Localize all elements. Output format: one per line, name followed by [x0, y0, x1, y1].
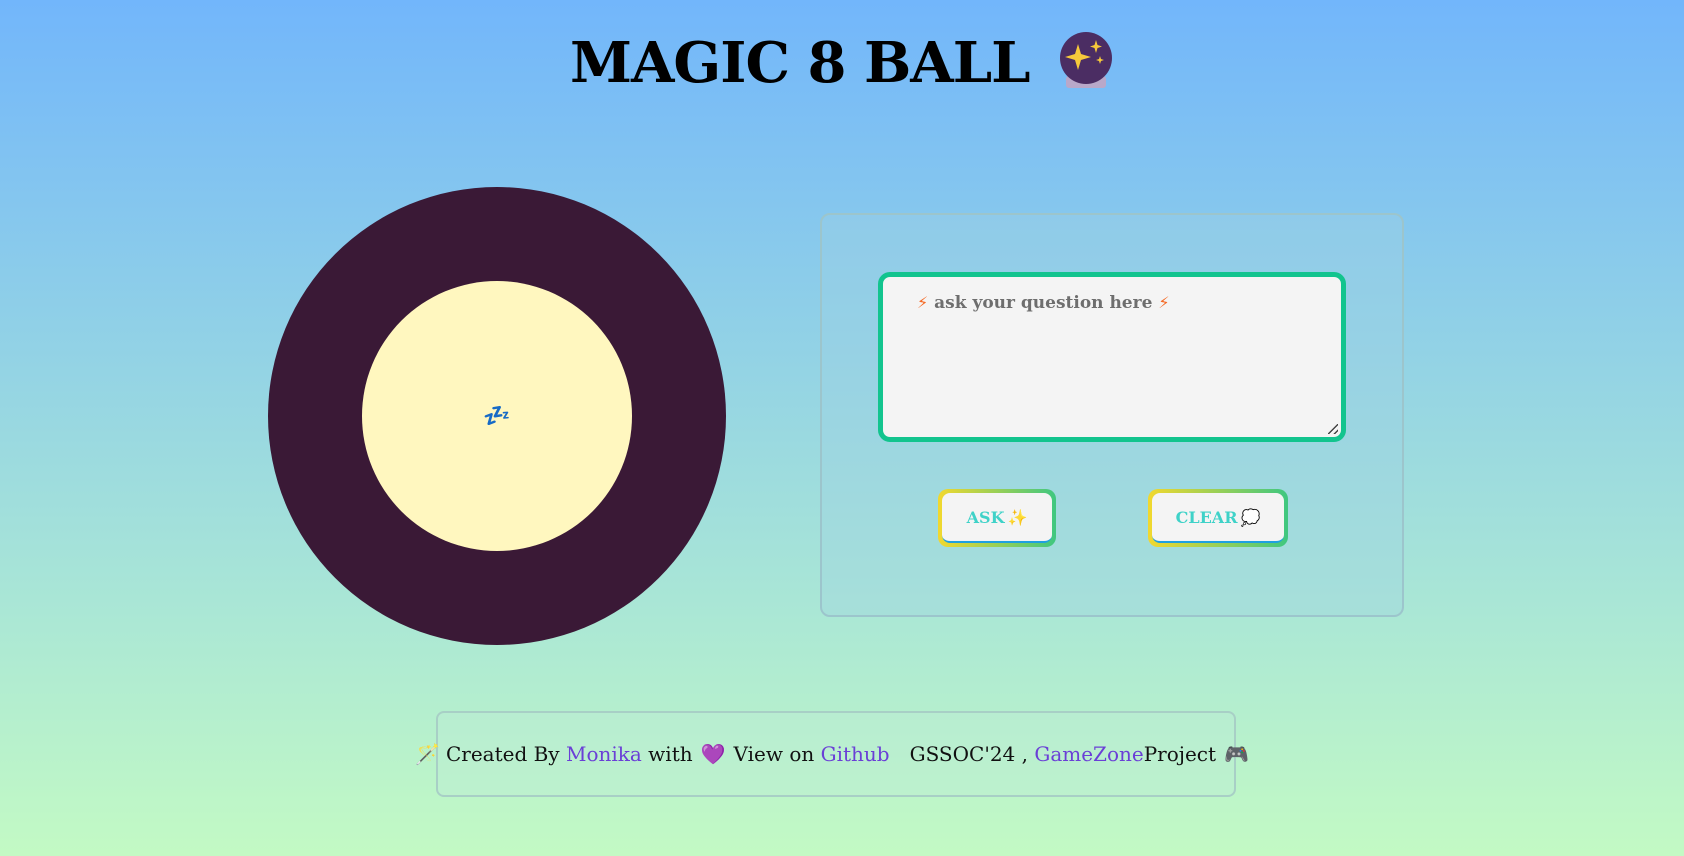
placeholder-text: ask your question here — [934, 293, 1153, 313]
purple-heart-icon: 💜 — [700, 742, 726, 766]
clear-label: CLEAR — [1175, 507, 1238, 527]
page-title: MAGIC 8 BALL — [0, 30, 1684, 104]
clear-button-face[interactable]: CLEAR 💭 — [1152, 493, 1284, 543]
ball-answer-text: 💤 — [483, 403, 511, 429]
clear-button[interactable]: CLEAR 💭 — [1148, 489, 1288, 547]
ask-button-face[interactable]: ASK ✨ — [942, 493, 1052, 543]
magic-wand-icon: 🪄 — [415, 742, 440, 766]
magic-8-ball: 💤 — [268, 187, 726, 645]
footer: 🪄 Created By Monika with 💜 View on Githu… — [415, 711, 1249, 797]
crystal-ball-icon — [1058, 30, 1114, 104]
game-controller-icon: 🎮 — [1224, 742, 1249, 766]
question-input[interactable]: ⚡ ask your question here ⚡ — [878, 272, 1346, 442]
author-link[interactable]: Monika — [566, 742, 642, 766]
lightning-icon: ⚡ — [917, 293, 929, 312]
ask-label: ASK — [966, 507, 1005, 527]
resize-handle[interactable] — [1328, 424, 1338, 434]
github-link[interactable]: Github — [821, 742, 890, 766]
ball-answer-window: 💤 — [362, 281, 632, 551]
lightning-icon: ⚡ — [1158, 293, 1170, 312]
view-on-text: View on — [733, 742, 815, 766]
gssoc-text: GSSOC'24 , — [909, 742, 1028, 766]
question-placeholder: ⚡ ask your question here ⚡ — [917, 293, 1170, 313]
title-text: MAGIC 8 BALL — [569, 30, 1031, 96]
with-text: with — [648, 742, 693, 766]
ask-button[interactable]: ASK ✨ — [938, 489, 1056, 547]
created-by-text: Created By — [445, 742, 560, 766]
gamezone-link[interactable]: GameZone — [1034, 742, 1143, 766]
thought-bubble-icon: 💭 — [1240, 507, 1261, 527]
sparkles-icon: ✨ — [1007, 507, 1028, 527]
project-text: Project — [1143, 742, 1217, 766]
